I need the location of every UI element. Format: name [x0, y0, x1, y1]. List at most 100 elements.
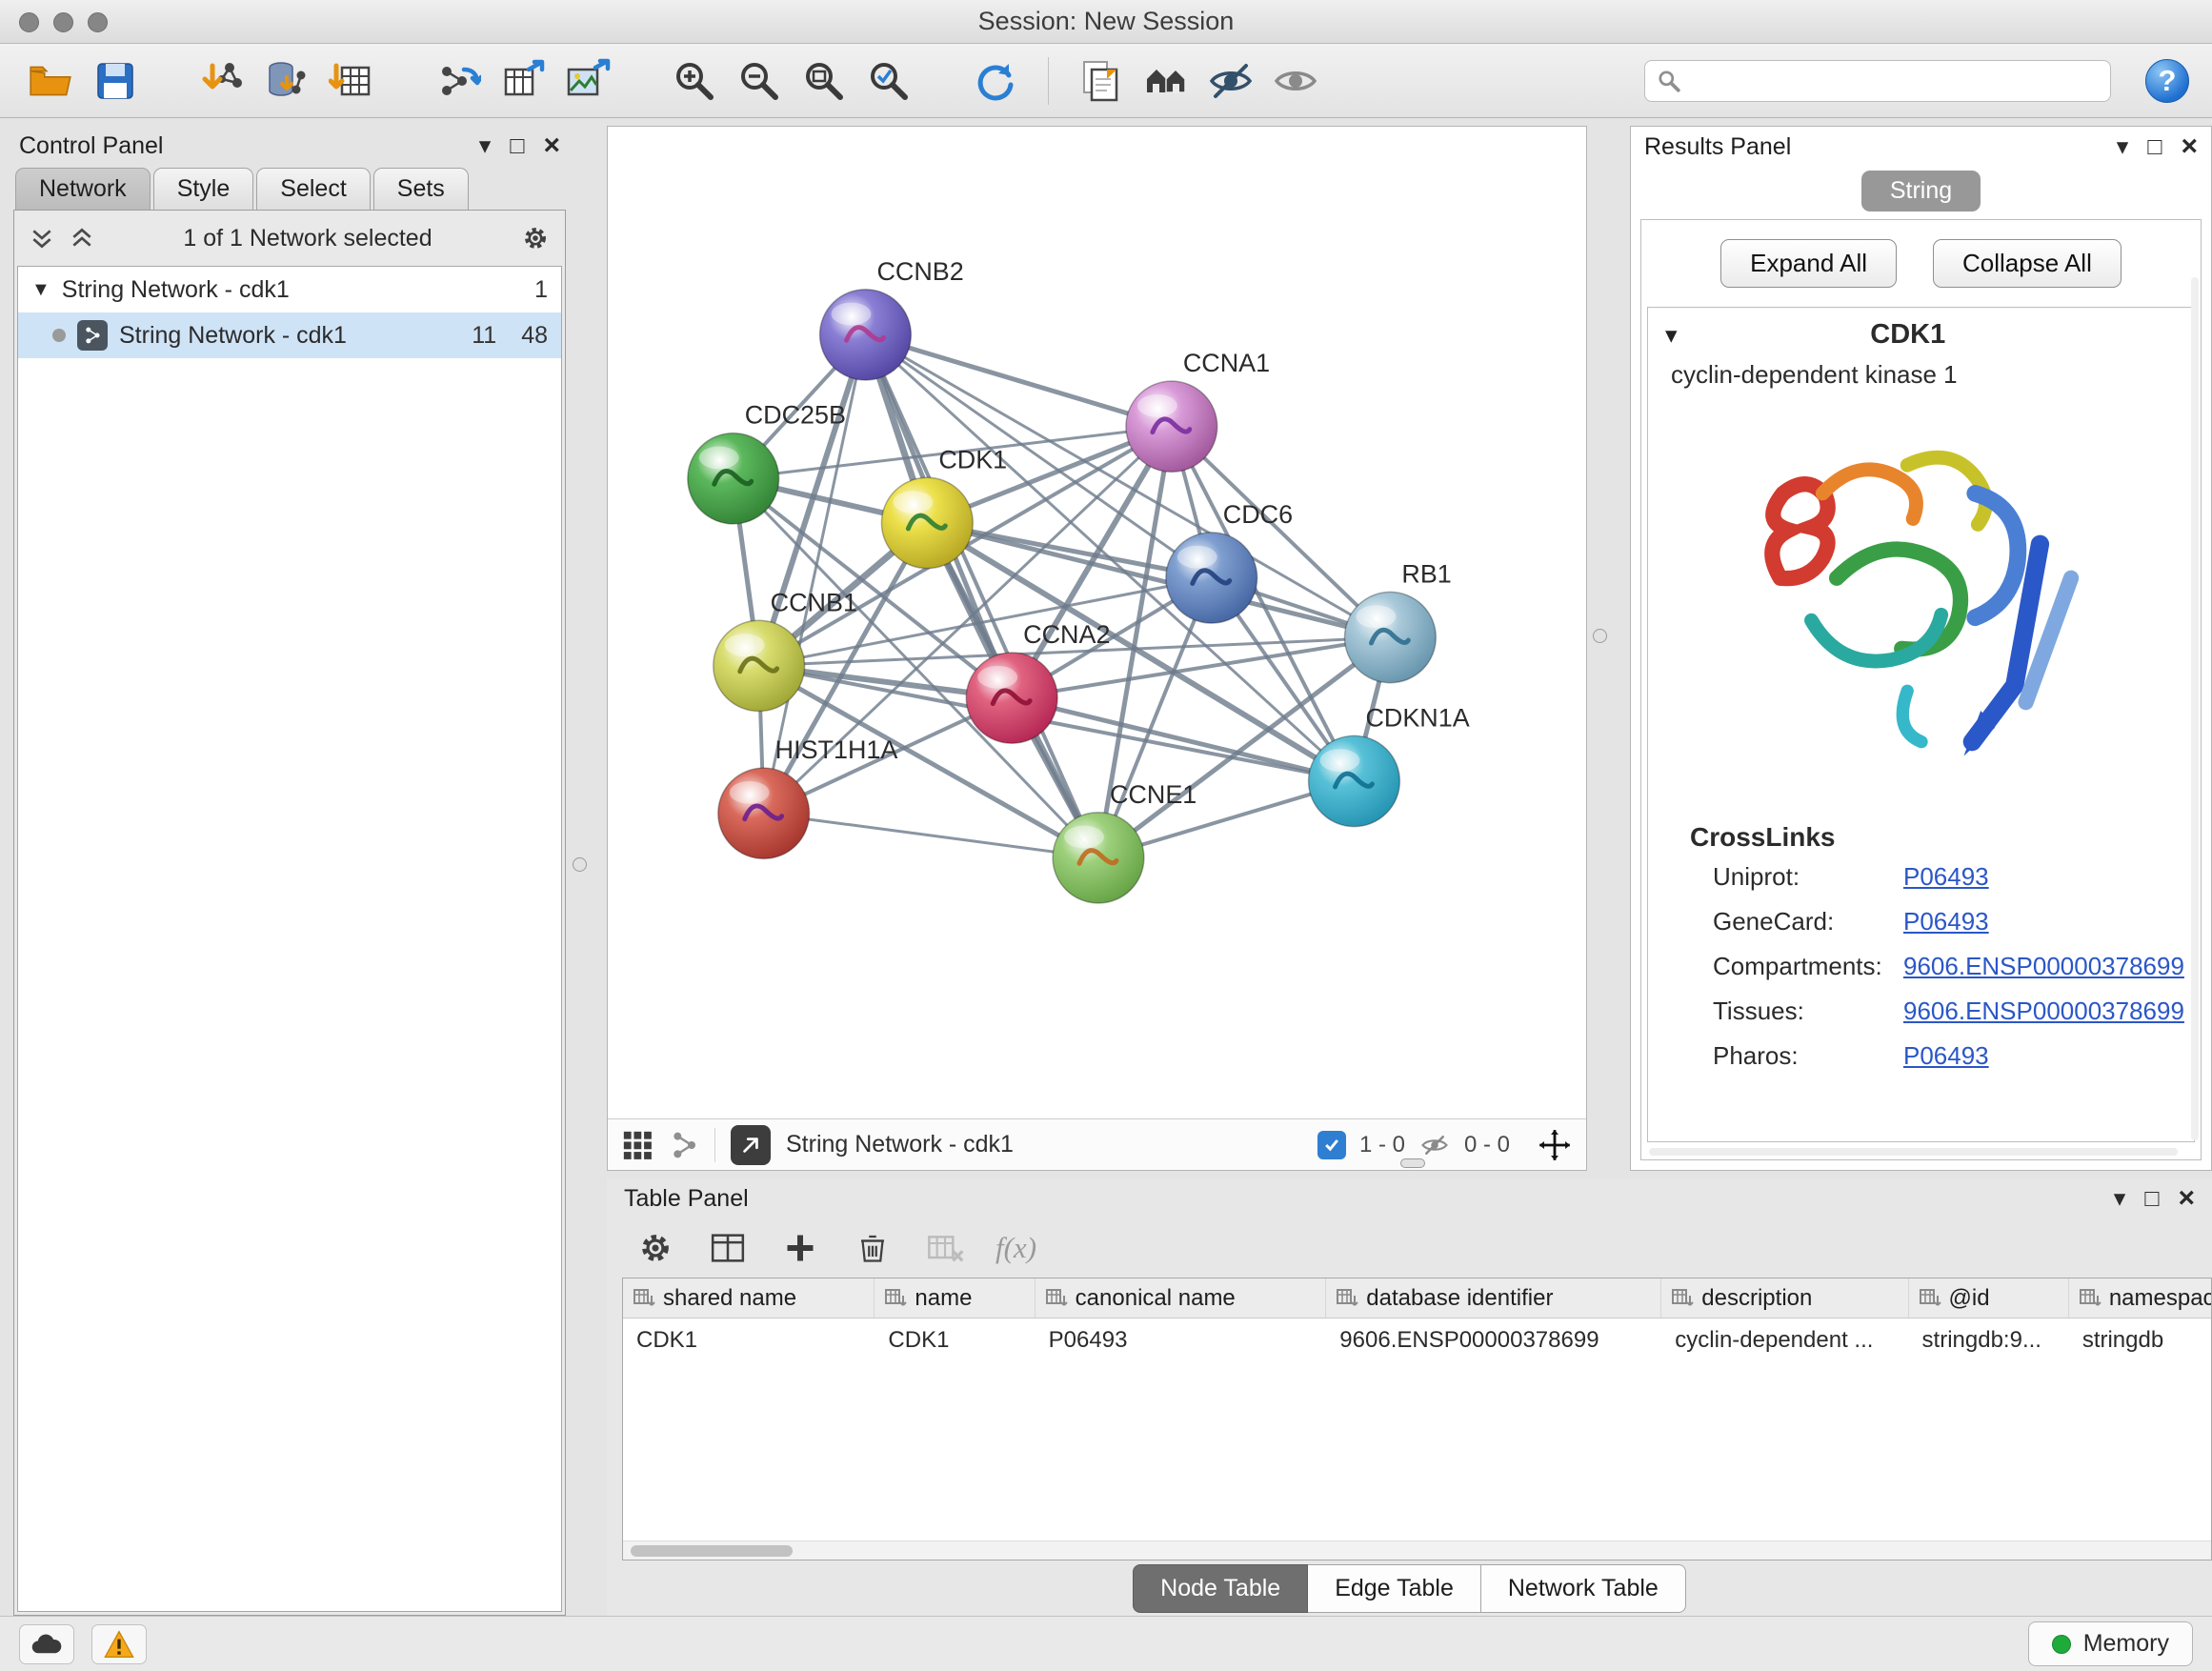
network-collection-row[interactable]: ▼ String Network - cdk1 1 — [18, 267, 561, 312]
zoom-out-button[interactable] — [732, 53, 787, 109]
memory-button[interactable]: Memory — [2028, 1621, 2193, 1666]
table-menu-icon[interactable]: ▾ — [2114, 1187, 2126, 1211]
network-edge-CCNB2-CCNE1[interactable] — [865, 334, 1098, 857]
duplicate-document-button[interactable] — [1074, 53, 1129, 109]
table-horizontal-scrollbar[interactable] — [623, 1540, 2211, 1560]
network-options-gear-icon[interactable] — [521, 224, 550, 252]
crosslink-link[interactable]: P06493 — [1903, 862, 1989, 891]
table-close-icon[interactable]: × — [2178, 1184, 2195, 1213]
cloud-status-button[interactable] — [19, 1624, 74, 1664]
close-window-icon[interactable] — [19, 12, 39, 32]
network-edge-HIST1H1A-CCNE1[interactable] — [764, 814, 1098, 858]
tab-edge-table[interactable]: Edge Table — [1308, 1564, 1481, 1613]
splitter-handle[interactable] — [1400, 1158, 1425, 1168]
table-float-icon[interactable]: □ — [2144, 1187, 2159, 1211]
results-close-icon[interactable]: × — [2181, 132, 2198, 161]
results-float-icon[interactable]: □ — [2147, 135, 2162, 159]
splitter-handle[interactable] — [573, 857, 587, 872]
column-header-canonical-name[interactable]: canonical name — [1036, 1278, 1327, 1318]
table-cell[interactable]: stringdb — [2069, 1319, 2212, 1362]
open-session-button[interactable] — [23, 53, 78, 109]
create-column-plus-icon[interactable] — [778, 1226, 822, 1270]
panel-float-icon[interactable]: □ — [510, 134, 524, 158]
tab-style[interactable]: Style — [153, 168, 254, 210]
tab-node-table[interactable]: Node Table — [1133, 1564, 1308, 1613]
tab-string[interactable]: String — [1861, 171, 1981, 211]
table-cell[interactable]: P06493 — [1036, 1319, 1327, 1362]
expand-all-button[interactable]: Expand All — [1720, 239, 1897, 288]
expand-all-icon[interactable] — [70, 226, 94, 251]
show-all-button[interactable] — [1268, 53, 1323, 109]
export-image-button[interactable] — [560, 53, 615, 109]
table-cell[interactable]: 9606.ENSP00000378699 — [1326, 1319, 1661, 1362]
results-menu-icon[interactable]: ▾ — [2117, 135, 2129, 159]
table-cell[interactable]: stringdb:9... — [1909, 1319, 2069, 1362]
delete-table-icon[interactable] — [923, 1226, 967, 1270]
table-cell[interactable]: cyclin-dependent ... — [1661, 1319, 1908, 1362]
collapse-all-button[interactable]: Collapse All — [1933, 239, 2122, 288]
network-share-icon[interactable] — [669, 1130, 699, 1160]
network-node-CCNE1[interactable]: CCNE1 — [1053, 780, 1196, 903]
zoom-in-button[interactable] — [667, 53, 722, 109]
network-graph[interactable]: CCNB2CCNA1CDC25BCDK1CDC6RB1CCNB1CCNA2CDK… — [608, 127, 1586, 1118]
zoom-fit-button[interactable] — [796, 53, 852, 109]
zoom-window-icon[interactable] — [88, 12, 108, 32]
import-network-file-button[interactable] — [194, 53, 250, 109]
pan-move-icon[interactable] — [1537, 1127, 1573, 1163]
crosslink-link[interactable]: P06493 — [1903, 1041, 1989, 1070]
export-network-button[interactable] — [431, 53, 486, 109]
results-horizontal-scrollbar[interactable] — [1649, 1148, 2178, 1156]
crosslink-link[interactable]: 9606.ENSP00000378699 — [1903, 997, 2184, 1025]
open-in-window-button[interactable] — [731, 1125, 771, 1165]
warnings-button[interactable] — [91, 1624, 147, 1664]
network-node-CDK1[interactable]: CDK1 — [881, 445, 1007, 568]
network-row[interactable]: String Network - cdk1 11 48 — [18, 312, 561, 358]
network-node-CDKN1A[interactable]: CDKN1A — [1309, 703, 1470, 826]
column-header-name[interactable]: name — [875, 1278, 1035, 1318]
tab-sets[interactable]: Sets — [373, 168, 469, 210]
hide-selected-button[interactable] — [1203, 53, 1258, 109]
crosslink-link[interactable]: 9606.ENSP00000378699 — [1903, 952, 2184, 980]
show-columns-icon[interactable] — [706, 1226, 750, 1270]
splitter-handle[interactable] — [1593, 629, 1607, 643]
help-button[interactable]: ? — [2145, 59, 2189, 103]
panel-close-icon[interactable]: × — [543, 131, 560, 160]
hidden-eye-slash-icon[interactable] — [1418, 1131, 1451, 1159]
network-node-CCNA1[interactable]: CCNA1 — [1126, 349, 1270, 472]
save-session-button[interactable] — [88, 53, 143, 109]
network-edge-CCNB2-CCNA1[interactable] — [865, 334, 1171, 426]
card-collapse-icon[interactable]: ▾ — [1665, 321, 1678, 350]
scrollbar-thumb[interactable] — [631, 1545, 793, 1557]
column-header-namespace[interactable]: namespace — [2069, 1278, 2212, 1318]
network-node-HIST1H1A[interactable]: HIST1H1A — [718, 735, 898, 858]
crosslink-link[interactable]: P06493 — [1903, 907, 1989, 936]
collapse-all-icon[interactable] — [30, 226, 54, 251]
traffic-lights[interactable] — [19, 12, 108, 32]
network-node-RB1[interactable]: RB1 — [1344, 560, 1451, 683]
delete-column-trash-icon[interactable] — [851, 1226, 895, 1270]
table-cell[interactable]: CDK1 — [623, 1319, 875, 1362]
export-table-button[interactable] — [495, 53, 551, 109]
toolbar-search[interactable] — [1644, 60, 2111, 102]
selected-checkbox-icon[interactable] — [1317, 1131, 1346, 1159]
network-canvas[interactable]: CCNB2CCNA1CDC25BCDK1CDC6RB1CCNB1CCNA2CDK… — [608, 127, 1586, 1118]
tab-network-table[interactable]: Network Table — [1481, 1564, 1686, 1613]
column-header--id[interactable]: @id — [1909, 1278, 2069, 1318]
import-table-button[interactable] — [324, 53, 379, 109]
minimize-window-icon[interactable] — [53, 12, 73, 32]
column-header-description[interactable]: description — [1661, 1278, 1908, 1318]
zoom-selected-button[interactable] — [861, 53, 916, 109]
tab-select[interactable]: Select — [256, 168, 370, 210]
home-views-button[interactable] — [1138, 53, 1194, 109]
table-options-gear-icon[interactable] — [633, 1226, 677, 1270]
table-row[interactable]: CDK1CDK1P064939606.ENSP00000378699cyclin… — [623, 1319, 2212, 1362]
column-header-database-identifier[interactable]: database identifier — [1326, 1278, 1661, 1318]
import-network-database-button[interactable] — [259, 53, 314, 109]
network-node-CCNB2[interactable]: CCNB2 — [820, 257, 964, 380]
tree-expand-icon[interactable]: ▼ — [31, 279, 50, 301]
results-vertical-scrollbar[interactable] — [2191, 277, 2199, 1140]
panel-menu-icon[interactable]: ▾ — [479, 134, 492, 158]
search-input[interactable] — [1691, 68, 2099, 94]
table-cell[interactable]: CDK1 — [875, 1319, 1035, 1362]
function-builder-button[interactable]: f(x) — [995, 1231, 1036, 1265]
